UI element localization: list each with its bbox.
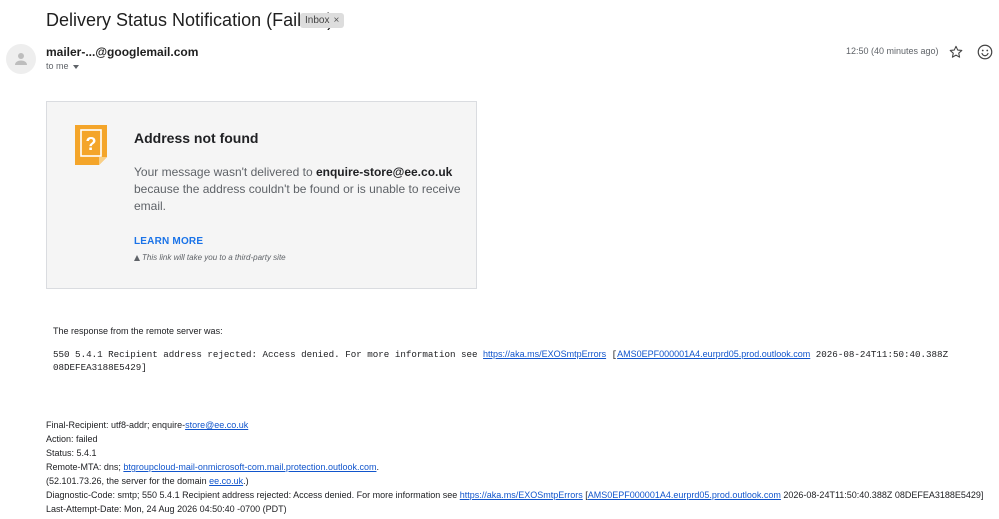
bounce-notice-card: ? Address not found Your message wasn't … xyxy=(46,101,477,289)
card-message-suffix: because the address couldn't be found or… xyxy=(134,182,461,213)
domain-link[interactable]: ee.co.uk xyxy=(209,476,243,486)
response-label: The response from the remote server was: xyxy=(53,326,223,336)
third-party-text: This link will take you to a third-party… xyxy=(142,253,286,262)
ip-line: (52.101.73.26, the server for the domain… xyxy=(46,474,996,488)
third-party-warning: This link will take you to a third-party… xyxy=(134,253,286,262)
ip-suffix: .) xyxy=(243,476,249,486)
diagnostic-errors-link[interactable]: https://aka.ms/EXOSmtpErrors xyxy=(460,490,583,500)
final-recipient-link[interactable]: store@ee.co.uk xyxy=(185,420,248,430)
diagnostic-code-line: Diagnostic-Code: smtp; 550 5.4.1 Recipie… xyxy=(46,488,996,502)
delivery-status-details: Final-Recipient: utf8-addr; enquire-stor… xyxy=(46,418,996,516)
learn-more-link[interactable]: LEARN MORE xyxy=(134,236,203,247)
bracket-text: [ xyxy=(606,349,618,360)
response-text: 550 5.4.1 Recipient address rejected: Ac… xyxy=(53,349,484,360)
remote-mta-link[interactable]: btgroupcloud-mail-onmicrosoft-com.mail.p… xyxy=(123,462,376,472)
final-recipient-text: Final-Recipient: utf8-addr; enquire- xyxy=(46,420,186,430)
last-attempt-line: Last-Attempt-Date: Mon, 24 Aug 2026 04:5… xyxy=(46,504,287,514)
sender-name[interactable]: mailer-...@googlemail.com xyxy=(46,45,198,59)
server-response-line-1: 550 5.4.1 Recipient address rejected: Ac… xyxy=(53,348,988,361)
diagnostic-server-link[interactable]: AMS0EPF000001A4.eurprd05.prod.outlook.co… xyxy=(588,490,781,500)
recipient-details-toggle[interactable]: to me xyxy=(46,61,79,71)
status-line: Status: 5.4.1 xyxy=(46,448,97,458)
outlook-server-link[interactable]: AMS0EPF000001A4.eurprd05.prod.outlook.co… xyxy=(617,349,810,359)
card-title: Address not found xyxy=(134,130,259,146)
recipient-label: to me xyxy=(46,61,69,71)
final-recipient-line: Final-Recipient: utf8-addr; enquire-stor… xyxy=(46,418,996,432)
star-icon[interactable] xyxy=(948,44,964,60)
card-message: Your message wasn't delivered to enquire… xyxy=(134,164,464,215)
response-timestamp: 2026-08-24T11:50:40.388Z xyxy=(810,349,949,360)
inbox-label-chip[interactable]: Inbox × xyxy=(300,13,345,28)
remote-mta-text: Remote-MTA: dns; xyxy=(46,462,124,472)
failed-recipient: enquire-store@ee.co.uk xyxy=(315,165,453,179)
remote-mta-suffix: . xyxy=(376,462,379,472)
server-response-line-2: 08DEFEA3188E5429] xyxy=(53,362,147,373)
sender-avatar[interactable] xyxy=(6,44,36,74)
chevron-down-icon xyxy=(72,64,79,69)
inbox-label-text: Inbox xyxy=(305,15,330,26)
diagnostic-suffix: 2026-08-24T11:50:40.388Z 08DEFEA3188E542… xyxy=(780,490,984,500)
person-icon xyxy=(15,53,27,65)
action-line: Action: failed xyxy=(46,434,98,444)
exo-smtp-errors-link[interactable]: https://aka.ms/EXOSmtpErrors xyxy=(483,349,606,359)
diagnostic-text: Diagnostic-Code: smtp; 550 5.4.1 Recipie… xyxy=(46,490,460,500)
emoji-reaction-icon[interactable] xyxy=(976,43,994,61)
question-document-icon: ? xyxy=(75,125,107,165)
icon-glyph: ? xyxy=(86,134,97,154)
remote-mta-line: Remote-MTA: dns; btgroupcloud-mail-onmic… xyxy=(46,460,996,474)
warning-icon xyxy=(134,254,140,261)
server-response: 550 5.4.1 Recipient address rejected: Ac… xyxy=(53,348,988,374)
email-timestamp: 12:50 (40 minutes ago) xyxy=(846,46,939,56)
email-subject: Delivery Status Notification (Failure) xyxy=(46,10,334,30)
remove-label-icon[interactable]: × xyxy=(333,13,339,28)
card-message-prefix: Your message wasn't delivered to xyxy=(134,165,316,179)
ip-text: (52.101.73.26, the server for the domain xyxy=(46,476,210,486)
